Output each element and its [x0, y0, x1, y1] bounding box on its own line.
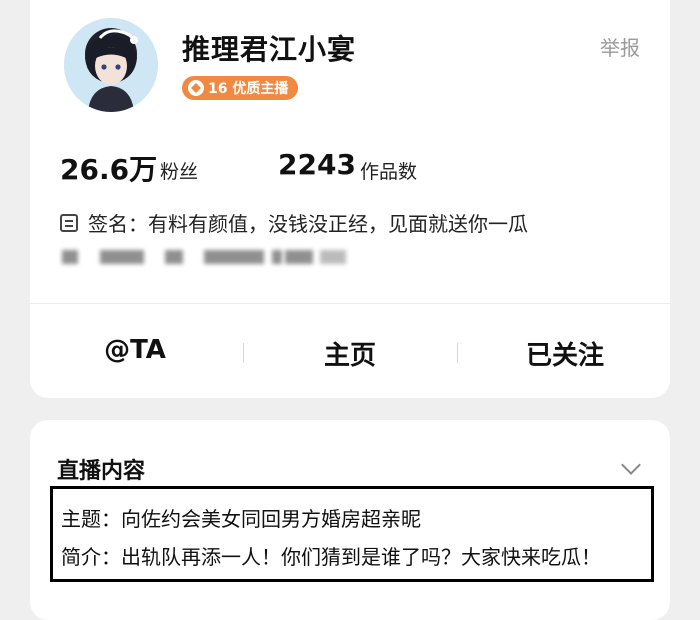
works-count: 2243 — [278, 148, 356, 181]
report-link[interactable]: 举报 — [600, 32, 640, 61]
intro-prefix: 简介： — [61, 545, 121, 569]
signature-prefix: 签名： — [88, 212, 148, 236]
divider — [243, 343, 244, 363]
signature-icon — [60, 213, 78, 232]
signature-row: 签名： 有料有颜值，没钱没正经，见面就送你一瓜 — [60, 208, 528, 237]
quality-streamer-badge: 16 优质主播 — [182, 76, 299, 100]
blurred-info — [100, 250, 144, 264]
follow-button[interactable]: 已关注 — [465, 335, 665, 372]
badge-label: 16 优质主播 — [208, 81, 289, 97]
live-section-title: 直播内容 — [57, 459, 146, 484]
divider — [457, 343, 458, 363]
blurred-info — [272, 250, 282, 264]
topic-prefix: 主题： — [61, 507, 121, 531]
blurred-info — [285, 250, 313, 264]
badge-diamond-icon — [188, 80, 204, 96]
intro-line: 简介：出轨队再添一人！你们猜到是谁了吗？大家快来吃瓜！ — [61, 541, 601, 570]
topic-line: 主题：向佐约会美女同回男方婚房超亲昵 — [61, 503, 421, 532]
blurred-info — [204, 250, 264, 264]
avatar[interactable] — [64, 18, 158, 112]
live-info-box: 主题：向佐约会美女同回男方婚房超亲昵 简介：出轨队再添一人！你们猜到是谁了吗？大… — [50, 486, 654, 582]
profile-name: 推理君江小宴 — [182, 33, 357, 66]
signature-text: 有料有颜值，没钱没正经，见面就送你一瓜 — [148, 212, 528, 236]
blurred-info — [62, 250, 78, 264]
works-label: 作品数 — [360, 161, 418, 183]
followers-label: 粉丝 — [160, 161, 199, 183]
followers-count: 26.6万 — [60, 153, 158, 186]
blurred-info — [165, 250, 183, 264]
home-button[interactable]: 主页 — [250, 335, 450, 372]
divider — [30, 303, 670, 304]
intro-text: 出轨队再添一人！你们猜到是谁了吗？大家快来吃瓜！ — [121, 545, 601, 569]
mention-button[interactable]: @TA — [35, 335, 235, 365]
topic-text: 向佐约会美女同回男方婚房超亲昵 — [121, 507, 421, 531]
blurred-info — [320, 250, 346, 264]
